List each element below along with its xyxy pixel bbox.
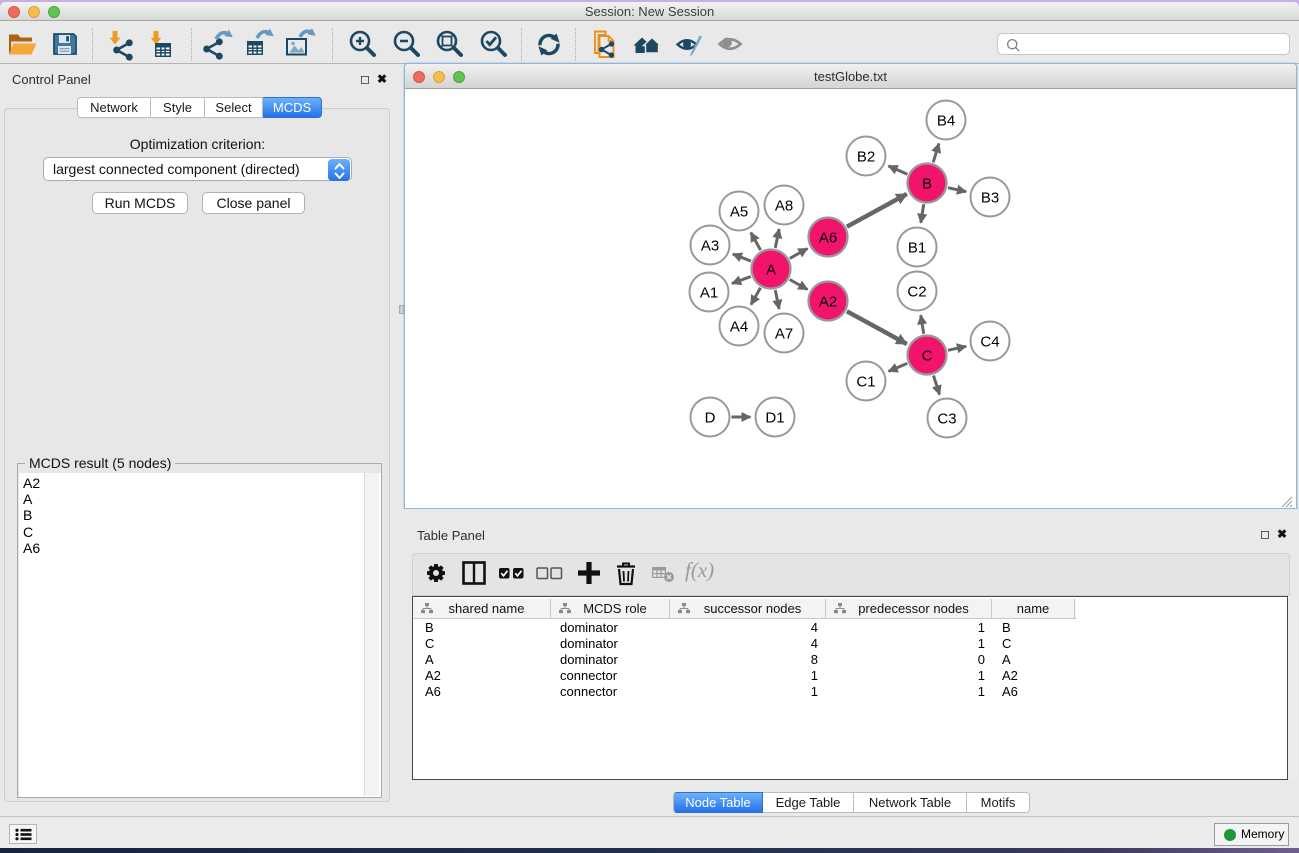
svg-text:A3: A3 xyxy=(701,238,719,255)
svg-text:A2: A2 xyxy=(819,294,837,311)
svg-text:C: C xyxy=(922,348,933,365)
svg-text:B1: B1 xyxy=(908,240,926,257)
svg-text:A7: A7 xyxy=(775,326,793,343)
svg-text:C3: C3 xyxy=(937,411,956,428)
svg-text:A: A xyxy=(766,262,776,279)
svg-text:C2: C2 xyxy=(907,284,926,301)
svg-text:D: D xyxy=(705,410,716,427)
svg-text:C4: C4 xyxy=(980,334,999,351)
svg-text:A5: A5 xyxy=(730,204,748,221)
svg-text:B2: B2 xyxy=(857,149,875,166)
svg-text:f(x): f(x) xyxy=(685,558,714,582)
svg-text:A4: A4 xyxy=(730,319,748,336)
svg-text:B4: B4 xyxy=(937,113,955,130)
svg-text:C1: C1 xyxy=(856,374,875,391)
svg-text:A1: A1 xyxy=(700,285,718,302)
svg-text:D1: D1 xyxy=(765,410,784,427)
svg-text:B3: B3 xyxy=(981,190,999,207)
svg-text:B: B xyxy=(922,176,932,193)
svg-text:A6: A6 xyxy=(819,230,837,247)
svg-text:A8: A8 xyxy=(775,198,793,215)
